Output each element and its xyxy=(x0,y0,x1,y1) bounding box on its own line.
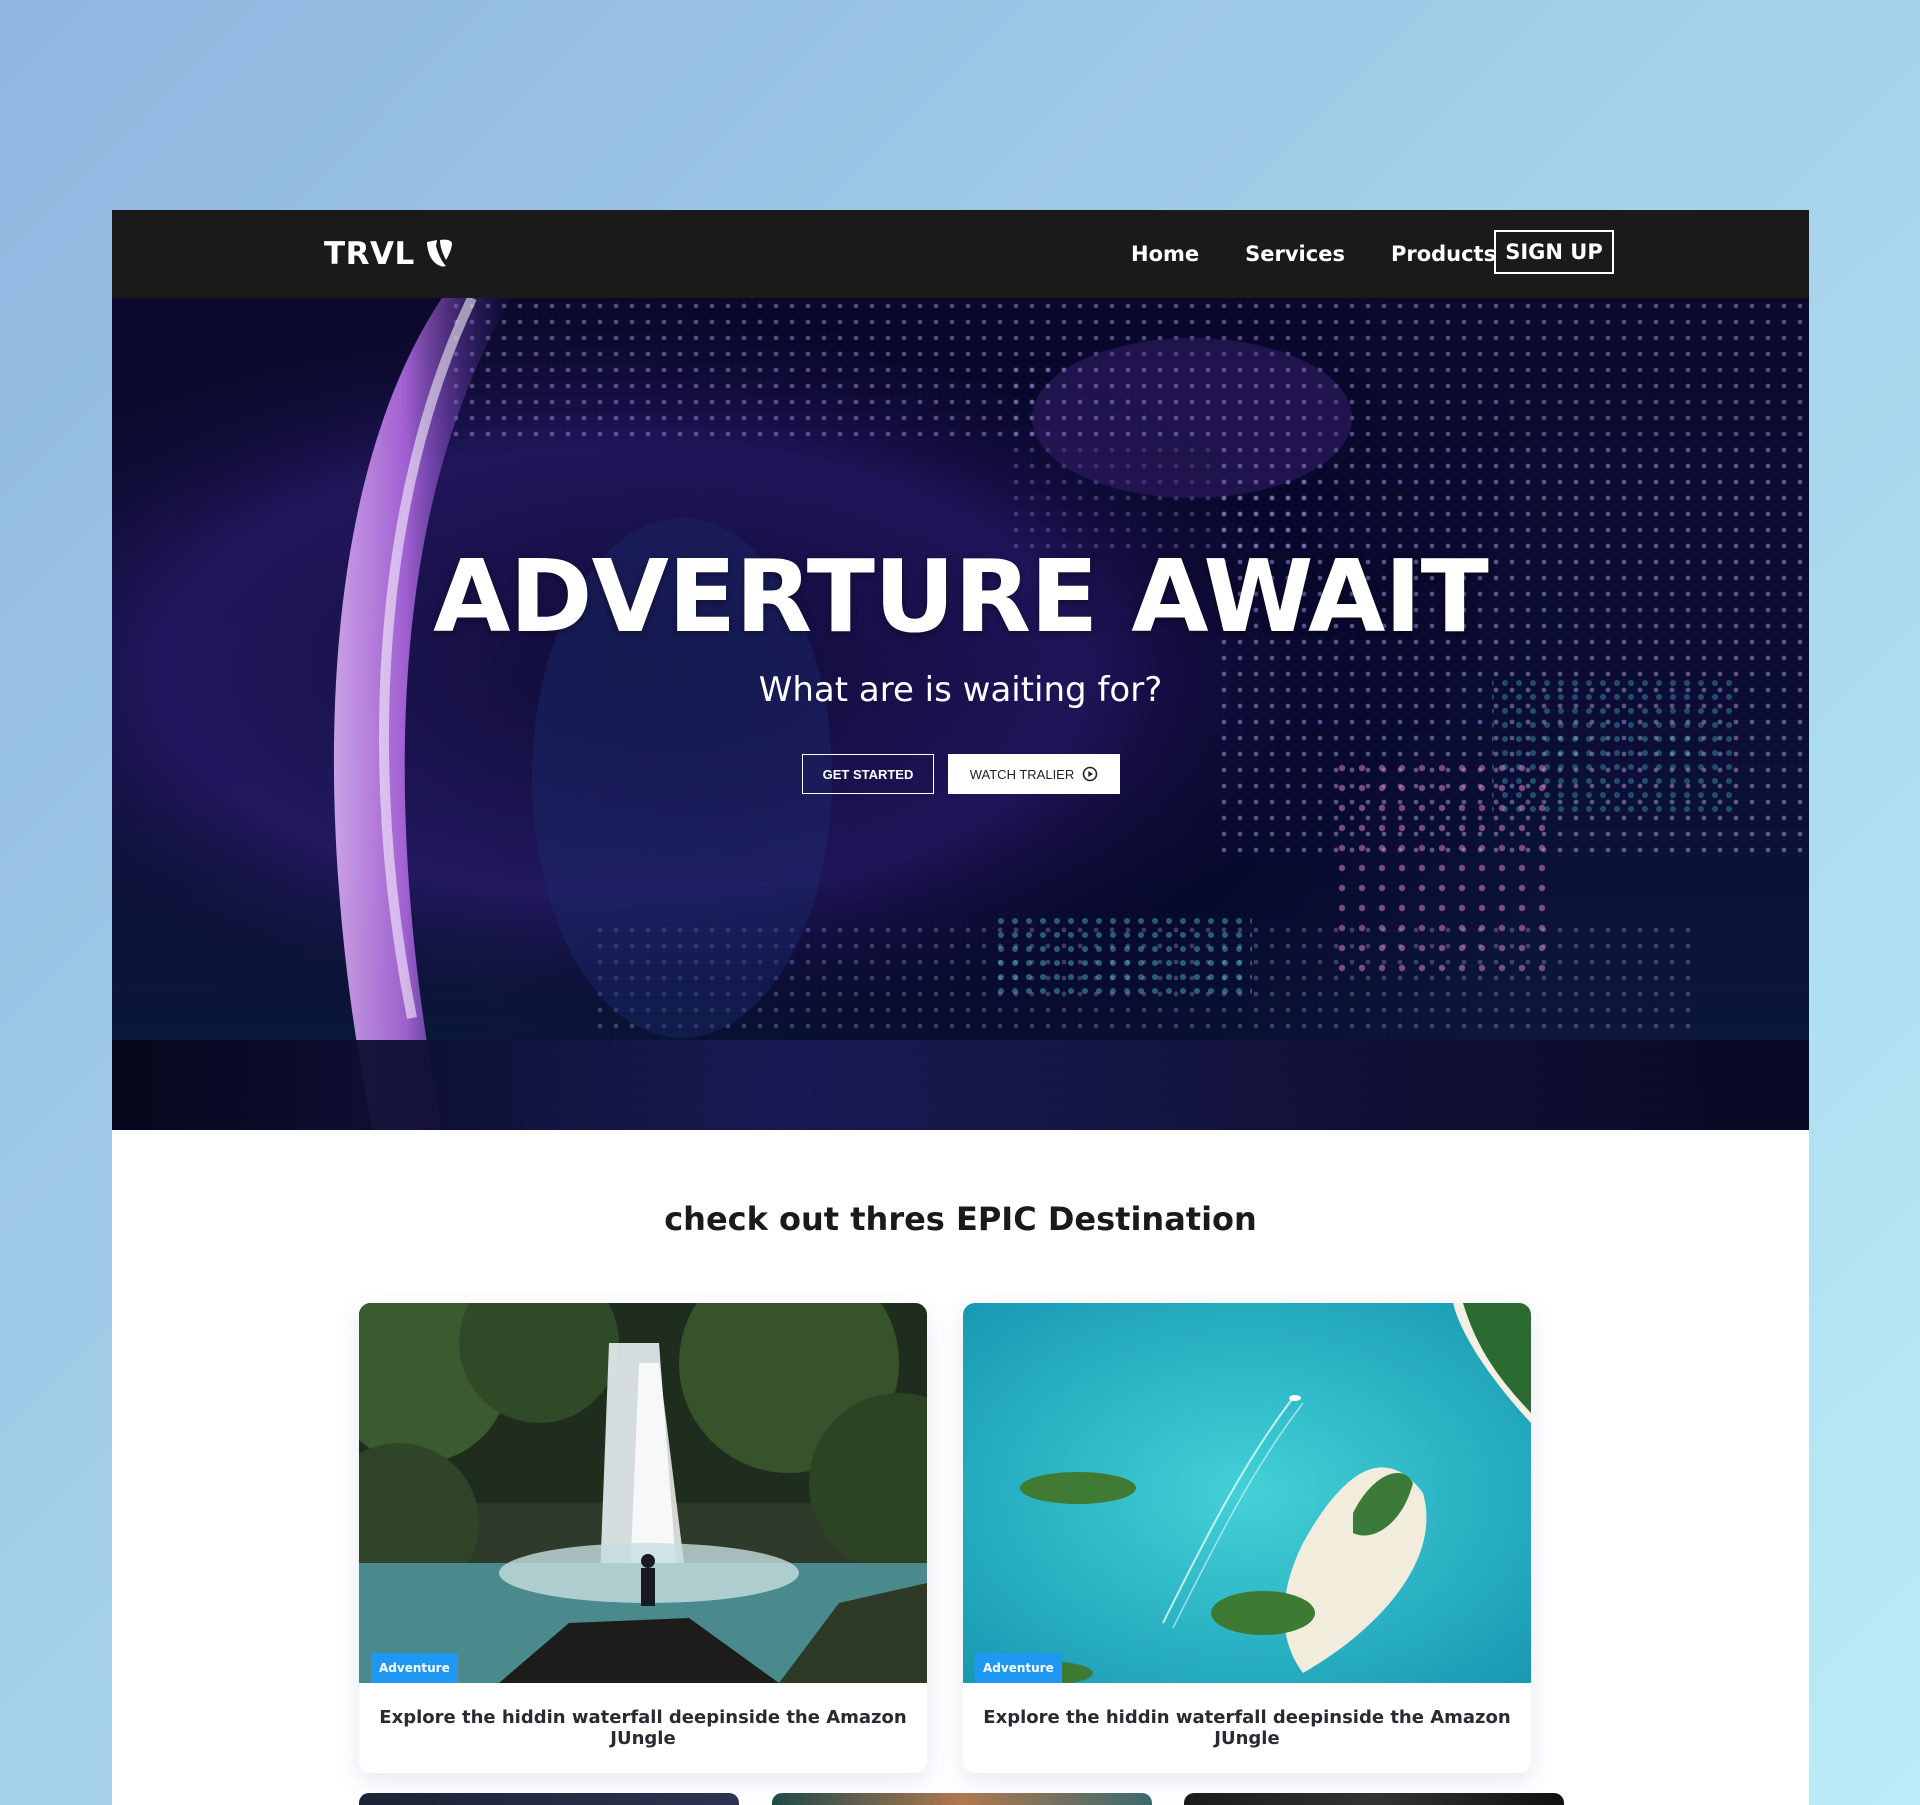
logo[interactable]: TRVL xyxy=(324,236,454,272)
destination-card-preview[interactable] xyxy=(359,1793,739,1805)
card-description: Explore the hiddin waterfall deepinside … xyxy=(983,1707,1511,1749)
hero-bottom-strip xyxy=(112,1040,1809,1130)
nav-link-home[interactable]: Home xyxy=(1131,242,1199,266)
play-circle-icon xyxy=(1082,766,1098,782)
waterfall-illustration xyxy=(359,1303,927,1683)
hero-subtitle: What are is waiting for? xyxy=(758,670,1163,710)
destinations-title: check out thres EPIC Destination xyxy=(664,1200,1257,1238)
lagoon-illustration xyxy=(963,1303,1531,1683)
destination-card[interactable]: Adventure Explore the hiddin waterfall d… xyxy=(963,1303,1531,1773)
site-frame: TRVL Home Services Products SIGN UP ADVE… xyxy=(112,210,1809,1805)
navbar: TRVL Home Services Products SIGN UP xyxy=(112,210,1809,298)
hero-globe-background xyxy=(112,298,1809,1130)
category-badge: Adventure xyxy=(371,1653,458,1683)
destination-card[interactable]: Adventure Explore the hiddin waterfall d… xyxy=(359,1303,927,1773)
hero-buttons: GET STARTED WATCH TRALIER xyxy=(802,754,1120,794)
category-badge: Adventure xyxy=(975,1653,1062,1683)
nav-links: Home Services Products xyxy=(1131,210,1542,298)
card-description: Explore the hiddin waterfall deepinside … xyxy=(379,1707,907,1749)
watch-trailer-label: WATCH TRALIER xyxy=(969,766,1075,782)
nav-link-services[interactable]: Services xyxy=(1245,242,1345,266)
hero-title: ADVERTURE AWAIT xyxy=(433,538,1489,655)
destination-card-preview[interactable] xyxy=(1184,1793,1564,1805)
nav-link-products[interactable]: Products xyxy=(1391,242,1496,266)
watch-trailer-button[interactable]: WATCH TRALIER xyxy=(948,754,1120,794)
typo3-logo-icon xyxy=(426,239,452,267)
lagoon-image: Adventure xyxy=(963,1303,1531,1683)
hero-section: ADVERTURE AWAIT What are is waiting for?… xyxy=(112,298,1809,1130)
get-started-button[interactable]: GET STARTED xyxy=(802,754,934,794)
logo-text: TRVL xyxy=(324,236,415,272)
waterfall-image: Adventure xyxy=(359,1303,927,1683)
sign-up-button[interactable]: SIGN UP xyxy=(1494,230,1614,274)
destination-card-preview[interactable] xyxy=(772,1793,1152,1805)
